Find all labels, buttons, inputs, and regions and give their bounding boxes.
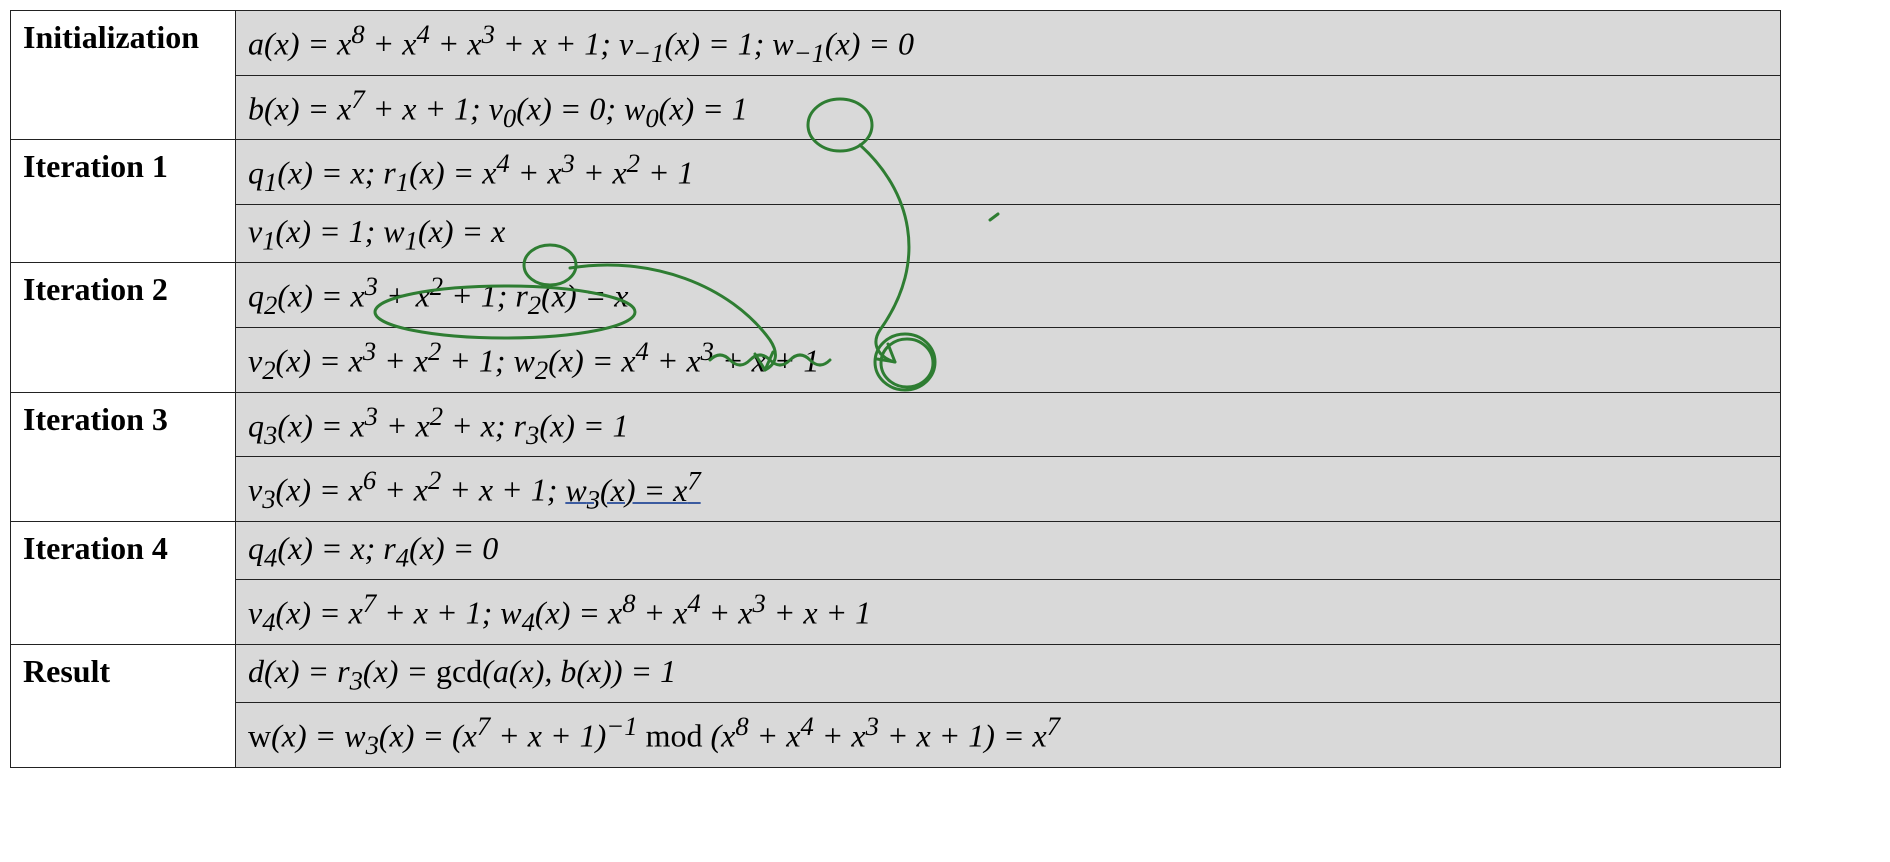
equation-text: q3(x) = x3 + x2 + x; r3(x) = 1 — [248, 399, 1768, 453]
equation-text: v3(x) = x6 + x2 + x + 1; w3(x) = x7 — [248, 463, 1768, 517]
equation-cell: v2(x) = x3 + x2 + 1; w2(x) = x4 + x3 + x… — [236, 327, 1781, 392]
table-row: Iteration 2q2(x) = x3 + x2 + 1; r2(x) = … — [11, 263, 1781, 328]
row-label: Initialization — [11, 11, 236, 140]
equation-cell: w(x) = w3(x) = (x7 + x + 1)−1 mod (x8 + … — [236, 702, 1781, 767]
table-row: v3(x) = x6 + x2 + x + 1; w3(x) = x7 — [11, 457, 1781, 522]
equation-text: a(x) = x8 + x4 + x3 + x + 1; v−1(x) = 1;… — [248, 17, 1768, 71]
equation-cell: q3(x) = x3 + x2 + x; r3(x) = 1 — [236, 392, 1781, 457]
equation-cell: q1(x) = x; r1(x) = x4 + x3 + x2 + 1 — [236, 140, 1781, 205]
table-row: v4(x) = x7 + x + 1; w4(x) = x8 + x4 + x3… — [11, 580, 1781, 645]
equation-text: w(x) = w3(x) = (x7 + x + 1)−1 mod (x8 + … — [248, 709, 1768, 763]
table-row: Iteration 1q1(x) = x; r1(x) = x4 + x3 + … — [11, 140, 1781, 205]
table-row: Iteration 3q3(x) = x3 + x2 + x; r3(x) = … — [11, 392, 1781, 457]
equation-cell: v3(x) = x6 + x2 + x + 1; w3(x) = x7 — [236, 457, 1781, 522]
equation-text: v4(x) = x7 + x + 1; w4(x) = x8 + x4 + x3… — [248, 586, 1768, 640]
equation-text: q4(x) = x; r4(x) = 0 — [248, 528, 1768, 575]
equation-text: v2(x) = x3 + x2 + 1; w2(x) = x4 + x3 + x… — [248, 334, 1768, 388]
equation-cell: v1(x) = 1; w1(x) = x — [236, 205, 1781, 263]
equation-text: q1(x) = x; r1(x) = x4 + x3 + x2 + 1 — [248, 146, 1768, 200]
row-label: Iteration 4 — [11, 522, 236, 645]
table-row: b(x) = x7 + x + 1; v0(x) = 0; w0(x) = 1 — [11, 75, 1781, 140]
equation-text: v1(x) = 1; w1(x) = x — [248, 211, 1768, 258]
euclid-table: Initializationa(x) = x8 + x4 + x3 + x + … — [10, 10, 1781, 768]
equation-cell: a(x) = x8 + x4 + x3 + x + 1; v−1(x) = 1;… — [236, 11, 1781, 76]
table-row: Initializationa(x) = x8 + x4 + x3 + x + … — [11, 11, 1781, 76]
table-row: Resultd(x) = r3(x) = gcd(a(x), b(x)) = 1 — [11, 644, 1781, 702]
row-label: Iteration 3 — [11, 392, 236, 521]
equation-text: q2(x) = x3 + x2 + 1; r2(x) = x — [248, 269, 1768, 323]
equation-cell: d(x) = r3(x) = gcd(a(x), b(x)) = 1 — [236, 644, 1781, 702]
equation-text: d(x) = r3(x) = gcd(a(x), b(x)) = 1 — [248, 651, 1768, 698]
table-row: v1(x) = 1; w1(x) = x — [11, 205, 1781, 263]
equation-cell: b(x) = x7 + x + 1; v0(x) = 0; w0(x) = 1 — [236, 75, 1781, 140]
table-row: v2(x) = x3 + x2 + 1; w2(x) = x4 + x3 + x… — [11, 327, 1781, 392]
row-label: Iteration 2 — [11, 263, 236, 392]
table-row: w(x) = w3(x) = (x7 + x + 1)−1 mod (x8 + … — [11, 702, 1781, 767]
row-label: Result — [11, 644, 236, 767]
table-row: Iteration 4q4(x) = x; r4(x) = 0 — [11, 522, 1781, 580]
equation-cell: v4(x) = x7 + x + 1; w4(x) = x8 + x4 + x3… — [236, 580, 1781, 645]
equation-cell: q2(x) = x3 + x2 + 1; r2(x) = x — [236, 263, 1781, 328]
row-label: Iteration 1 — [11, 140, 236, 263]
equation-text: b(x) = x7 + x + 1; v0(x) = 0; w0(x) = 1 — [248, 82, 1768, 136]
equation-cell: q4(x) = x; r4(x) = 0 — [236, 522, 1781, 580]
